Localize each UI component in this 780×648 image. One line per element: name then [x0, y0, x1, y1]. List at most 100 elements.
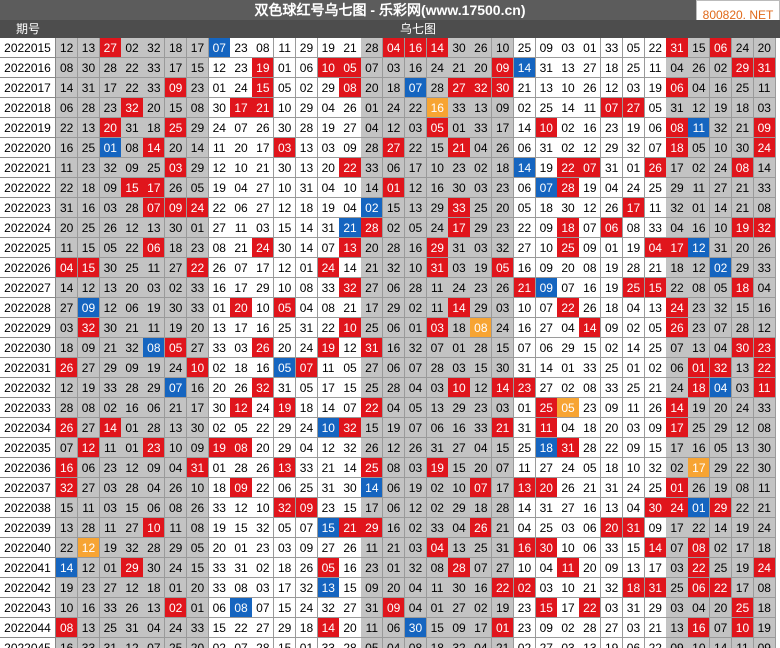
- ball-cell: 06: [383, 478, 406, 498]
- ball-cell: 27: [165, 258, 188, 278]
- ball-cell: 21: [492, 638, 515, 648]
- ball-cell: 25: [513, 38, 537, 58]
- ball-cell: 01: [230, 538, 253, 558]
- ball-cell: 22: [121, 58, 144, 78]
- ball-cell: 27: [252, 178, 275, 198]
- ball-cell: 03: [404, 538, 428, 558]
- ball-cell: 03: [535, 578, 558, 598]
- ball-cell-highlight: 01: [492, 618, 515, 638]
- ball-cell: 28: [56, 398, 79, 418]
- ball-cell: 22: [601, 438, 624, 458]
- ball-cell: 25: [535, 98, 558, 118]
- ball-cell: 01: [121, 438, 144, 458]
- ball-cell: 08: [317, 298, 340, 318]
- ball-cell: 26: [579, 298, 602, 318]
- ball-cell: 33: [753, 398, 776, 418]
- ball-cell-highlight: 15: [121, 178, 144, 198]
- ball-cell: 17: [731, 578, 755, 598]
- ball-cell: 30: [165, 298, 188, 318]
- ball-cell: 12: [731, 418, 755, 438]
- ball-cell: 18: [295, 198, 319, 218]
- ball-cell-highlight: 26: [666, 318, 689, 338]
- ball-cell: 27: [513, 238, 537, 258]
- ball-cell: 33: [208, 558, 231, 578]
- ball-cell: 07: [404, 358, 428, 378]
- ball-cell: 04: [317, 98, 340, 118]
- ball-cell: 23: [601, 118, 624, 138]
- ball-cell-highlight: 30: [644, 498, 667, 518]
- ball-cell-highlight: 27: [622, 98, 646, 118]
- ball-cell-highlight: 29: [426, 238, 449, 258]
- ball-cell: 09: [753, 638, 776, 648]
- ball-cell: 25: [601, 358, 624, 378]
- ball-cell-highlight: 30: [731, 338, 755, 358]
- ball-cell: 07: [557, 278, 580, 298]
- ball-cell: 05: [688, 138, 711, 158]
- ball-cell-highlight: 21: [513, 278, 537, 298]
- ball-cell-highlight: 07: [601, 98, 624, 118]
- ball-cell: 31: [56, 198, 79, 218]
- ball-cell-highlight: 20: [230, 298, 253, 318]
- ball-cell: 27: [601, 618, 624, 638]
- ball-cell-highlight: 09: [77, 298, 101, 318]
- ball-cell: 19: [383, 418, 406, 438]
- ball-cell: 27: [361, 278, 384, 298]
- ball-cell: 10: [535, 238, 558, 258]
- ball-cell: 19: [622, 238, 646, 258]
- ball-cell: 11: [99, 518, 122, 538]
- ball-cell: 12: [688, 258, 711, 278]
- ball-cell-highlight: 28: [361, 218, 384, 238]
- ball-cell: 08: [165, 498, 188, 518]
- ball-cell-highlight: 17: [143, 178, 166, 198]
- ball-cell: 20: [208, 378, 231, 398]
- ball-cell-highlight: 28: [448, 558, 471, 578]
- ball-cell: 30: [274, 238, 297, 258]
- ball-cell: 26: [252, 458, 275, 478]
- ball-cell-highlight: 08: [143, 338, 166, 358]
- ball-cell: 11: [143, 258, 166, 278]
- ball-cell: 33: [143, 78, 166, 98]
- ball-cell: 20: [731, 238, 755, 258]
- ball-cell: 17: [361, 498, 384, 518]
- ball-cell: 07: [317, 238, 340, 258]
- ball-cell: 16: [383, 518, 406, 538]
- ball-cell: 26: [644, 398, 667, 418]
- ball-cell: 09: [361, 578, 384, 598]
- period-cell: 2022022: [0, 178, 56, 198]
- ball-cell: 33: [99, 378, 122, 398]
- ball-cell-highlight: 06: [710, 38, 733, 58]
- ball-cell-highlight: 16: [688, 618, 711, 638]
- ball-cell: 12: [274, 198, 297, 218]
- ball-cell: 14: [56, 278, 79, 298]
- ball-cell: 27: [492, 558, 515, 578]
- ball-cell: 32: [666, 198, 689, 218]
- ball-cell: 20: [186, 578, 210, 598]
- ball-cell: 09: [601, 318, 624, 338]
- ball-cell: 13: [56, 518, 79, 538]
- ball-cell: 18: [470, 498, 493, 518]
- ball-cell: 11: [513, 458, 537, 478]
- period-cell: 2022036: [0, 458, 56, 478]
- ball-cell: 14: [710, 518, 733, 538]
- ball-cell-highlight: 10: [535, 118, 558, 138]
- ball-cell: 21: [317, 458, 340, 478]
- ball-cell: 15: [492, 438, 515, 458]
- ball-cell-highlight: 12: [688, 238, 711, 258]
- ball-cell: 03: [622, 618, 646, 638]
- ball-cell: 23: [77, 158, 101, 178]
- ball-cell: 14: [513, 118, 537, 138]
- ball-cell-highlight: 17: [230, 98, 253, 118]
- ball-cell-highlight: 07: [470, 478, 493, 498]
- ball-cell: 21: [383, 538, 406, 558]
- ball-cell: 33: [208, 498, 231, 518]
- ball-cell: 24: [295, 418, 319, 438]
- ball-cell: 06: [274, 478, 297, 498]
- period-cell: 2022037: [0, 478, 56, 498]
- ball-cell: 24: [426, 58, 449, 78]
- ball-cell: 01: [448, 338, 471, 358]
- ball-cell: 02: [208, 358, 231, 378]
- ball-cell: 16: [579, 118, 602, 138]
- ball-cell: 27: [535, 458, 558, 478]
- period-cell: 2022020: [0, 138, 56, 158]
- ball-cell-highlight: 25: [165, 118, 188, 138]
